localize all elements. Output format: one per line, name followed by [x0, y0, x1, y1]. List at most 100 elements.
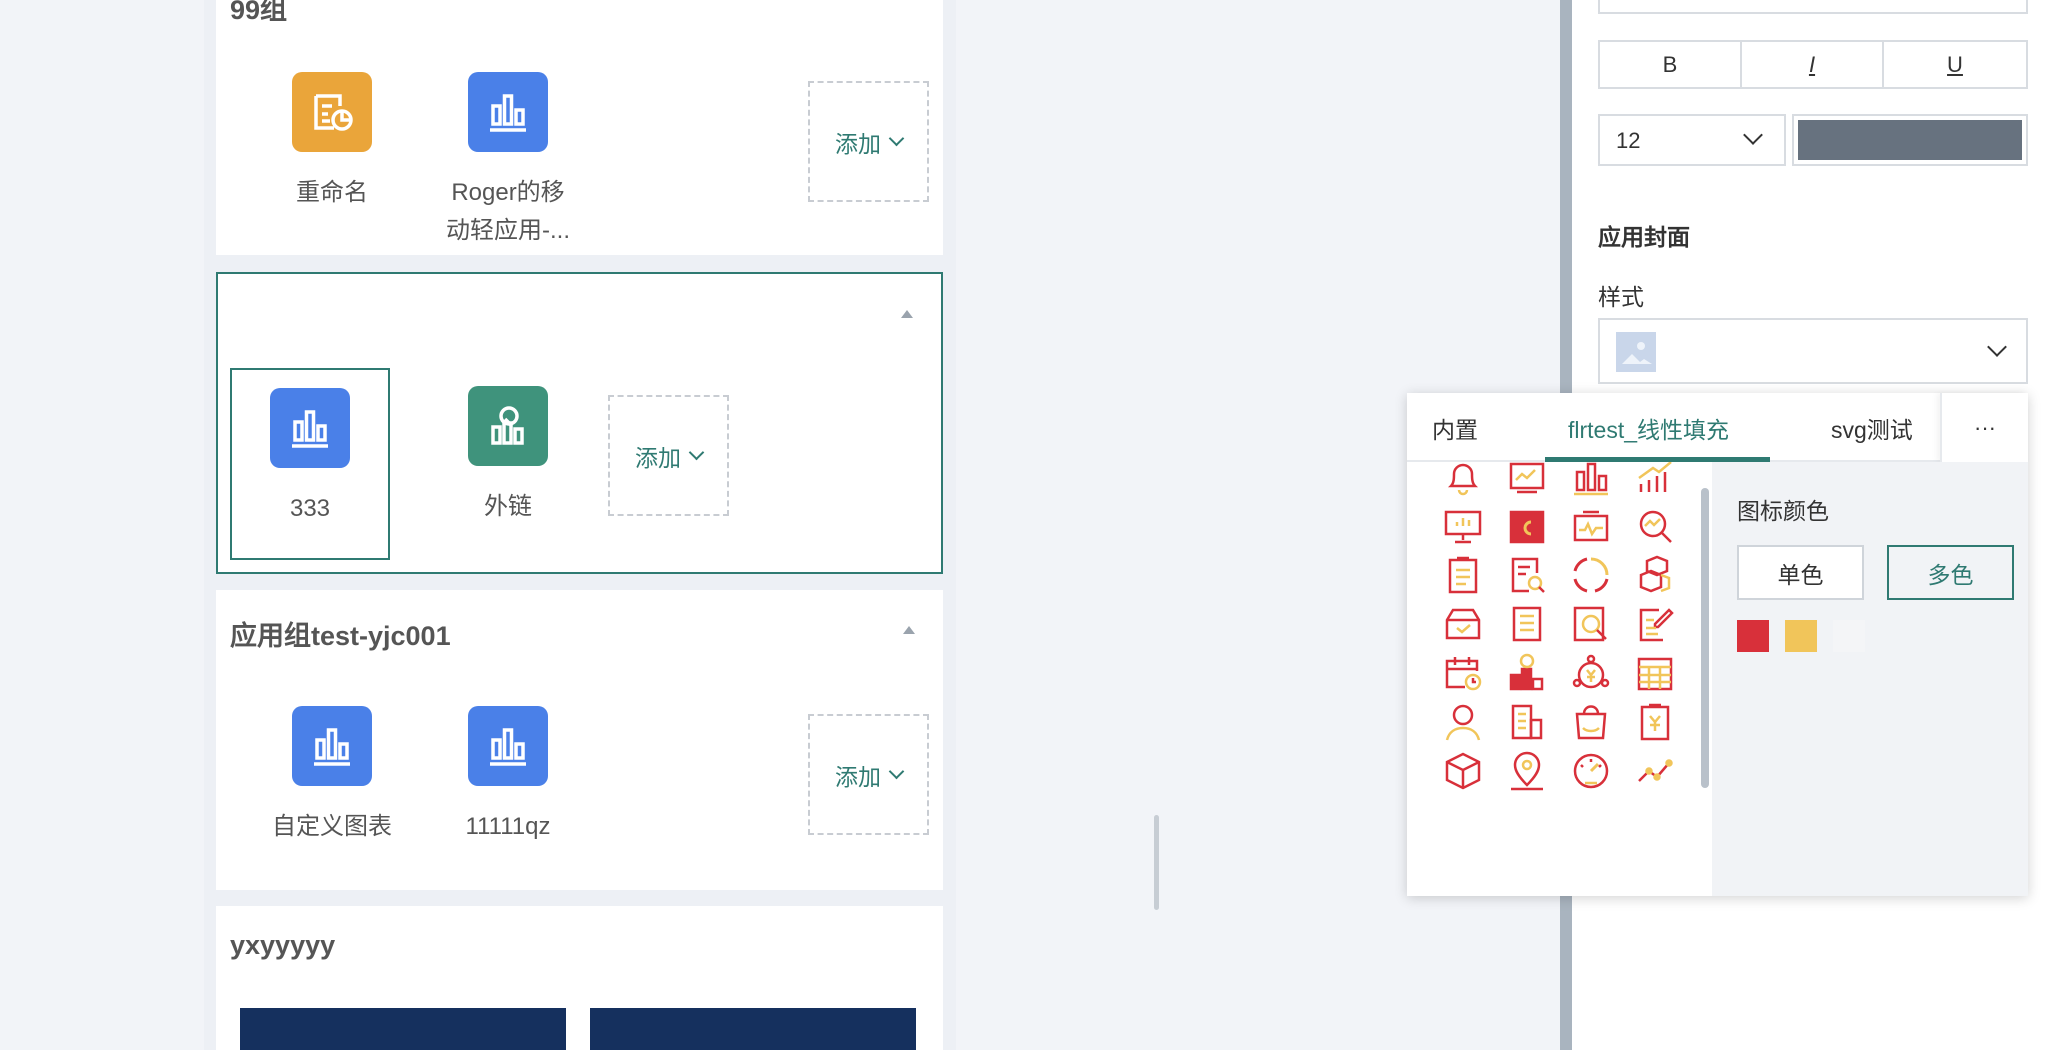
- chevron-down-icon: [1743, 125, 1763, 145]
- app-label: 重命名: [296, 179, 368, 206]
- add-app-button[interactable]: 添加: [808, 81, 929, 202]
- ranking-icon[interactable]: [1505, 651, 1549, 695]
- search-trend-icon[interactable]: [1633, 504, 1677, 548]
- growth-chart-icon[interactable]: [1633, 462, 1677, 500]
- monitor-chart-icon[interactable]: [1505, 462, 1549, 500]
- icon-color-pane: 图标颜色 单色 多色: [1712, 462, 2028, 896]
- icon-picker-popover: 内置 flrtest_线性填充 svg测试 ··· 图标颜色 单色 多色: [1407, 393, 2028, 896]
- color-swatch-red[interactable]: [1737, 620, 1769, 652]
- external-link-icon: [468, 386, 548, 466]
- group-title: 应用组test-yjc001: [230, 621, 451, 651]
- app-item[interactable]: 外链: [428, 386, 588, 526]
- image-placeholder-icon: [1616, 332, 1656, 372]
- tab-flrtest[interactable]: flrtest_线性填充: [1568, 393, 1729, 462]
- mode-label: 单色: [1777, 561, 1824, 588]
- add-label: 添加: [835, 130, 881, 157]
- icon-color-title: 图标颜色: [1737, 498, 1829, 524]
- color-swatch-white[interactable]: [1833, 620, 1865, 652]
- yen-network-icon[interactable]: [1569, 651, 1613, 695]
- zoom-doc-icon[interactable]: [1569, 602, 1613, 646]
- icon-library-tabs: 内置 flrtest_线性填充 svg测试 ···: [1407, 393, 2028, 462]
- mobile-preview: 99组 重命名 Roger的移 动轻应用-... 添加 333 外链 添加 应用…: [204, 0, 1159, 1050]
- doc-search-icon[interactable]: [1505, 553, 1549, 597]
- icon-grid: [1407, 462, 1712, 896]
- speedometer-icon[interactable]: [1569, 749, 1613, 793]
- tab-label: flrtest_线性填充: [1568, 416, 1730, 443]
- shopping-bag-icon[interactable]: [1569, 700, 1613, 744]
- app-label: Roger的移: [451, 179, 565, 206]
- inbox-check-icon[interactable]: [1441, 602, 1485, 646]
- line-trend-icon[interactable]: [1633, 749, 1677, 793]
- presentation-icon[interactable]: [1441, 504, 1485, 548]
- app-item[interactable]: 重命名: [252, 72, 412, 212]
- collapse-caret-icon[interactable]: [901, 310, 913, 318]
- bold-label: B: [1662, 51, 1678, 77]
- app-label: 动轻应用-...: [446, 217, 570, 244]
- bell-icon[interactable]: [1441, 462, 1485, 500]
- app-group[interactable]: 应用组test-yjc001 自定义图表 11111qz 添加: [216, 590, 943, 890]
- color-swatch-yellow[interactable]: [1785, 620, 1817, 652]
- table-icon[interactable]: [1633, 651, 1677, 695]
- banner-image[interactable]: [240, 1008, 566, 1050]
- add-label: 添加: [835, 763, 881, 790]
- bar-chart-icon: [468, 706, 548, 786]
- user-icon[interactable]: [1441, 700, 1485, 744]
- more-tabs-button[interactable]: ···: [1940, 393, 2028, 462]
- app-label: 自定义图表: [272, 813, 392, 840]
- yen-clipboard-icon[interactable]: [1633, 700, 1677, 744]
- chevron-down-icon: [888, 763, 905, 780]
- single-color-button[interactable]: 单色: [1737, 545, 1864, 600]
- tab-label: svg测试: [1831, 416, 1913, 443]
- collapse-caret-icon[interactable]: [903, 626, 915, 634]
- font-color-swatch: [1798, 120, 2022, 160]
- font-color-picker[interactable]: [1792, 114, 2028, 166]
- app-item-selected[interactable]: 333: [230, 368, 390, 560]
- box-icon[interactable]: [1441, 749, 1485, 793]
- map-pin-icon[interactable]: [1505, 749, 1549, 793]
- clipboard-icon[interactable]: [1441, 553, 1485, 597]
- app-item[interactable]: 自定义图表: [252, 706, 412, 846]
- banner-image[interactable]: [590, 1008, 916, 1050]
- font-size-select[interactable]: 12: [1598, 114, 1786, 166]
- font-size-value: 12: [1616, 128, 1641, 153]
- report-icon: [292, 72, 372, 152]
- multi-color-button[interactable]: 多色: [1887, 545, 2014, 600]
- calendar-clock-icon[interactable]: [1441, 651, 1485, 695]
- app-group[interactable]: 99组 重命名 Roger的移 动轻应用-... 添加: [216, 0, 943, 255]
- preview-scrollbar[interactable]: [1154, 815, 1159, 910]
- underline-button[interactable]: U: [1882, 40, 2028, 89]
- underline-label: U: [1947, 51, 1963, 77]
- bold-button[interactable]: B: [1598, 40, 1742, 89]
- add-app-button[interactable]: 添加: [608, 395, 729, 516]
- tab-builtin[interactable]: 内置: [1432, 393, 1478, 462]
- italic-label: I: [1808, 51, 1816, 77]
- wallet-icon[interactable]: [1505, 504, 1549, 548]
- cover-style-select[interactable]: [1598, 318, 2028, 384]
- loading-ring-icon[interactable]: [1569, 553, 1613, 597]
- app-item[interactable]: 11111qz: [428, 706, 588, 846]
- building-icon[interactable]: [1505, 700, 1549, 744]
- app-label: 333: [289, 495, 331, 522]
- chevron-down-icon: [688, 444, 705, 461]
- more-label: ···: [1974, 414, 1996, 440]
- add-label: 添加: [635, 444, 681, 471]
- mode-label: 多色: [1927, 561, 1974, 588]
- document-list-icon[interactable]: [1505, 602, 1549, 646]
- edit-note-icon[interactable]: [1633, 602, 1677, 646]
- chevron-down-icon: [1987, 337, 2007, 357]
- app-group[interactable]: yxyyyyy: [216, 906, 943, 1050]
- add-app-button[interactable]: 添加: [808, 714, 929, 835]
- italic-button[interactable]: I: [1740, 40, 1884, 89]
- dashboard-icon[interactable]: [1569, 504, 1613, 548]
- cubes-icon[interactable]: [1633, 553, 1677, 597]
- tab-label: 内置: [1432, 416, 1478, 443]
- app-label: 11111qz: [465, 813, 551, 840]
- text-input[interactable]: [1598, 0, 2028, 14]
- group-title: yxyyyyy: [230, 930, 336, 960]
- app-item[interactable]: Roger的移 动轻应用-...: [428, 72, 588, 250]
- icon-grid-scrollbar[interactable]: [1701, 488, 1709, 788]
- cover-section-title: 应用封面: [1598, 224, 1690, 250]
- bar-chart-icon[interactable]: [1569, 462, 1613, 500]
- app-group-selected[interactable]: 333 外链 添加: [216, 272, 943, 574]
- tab-svg-test[interactable]: svg测试: [1831, 393, 1913, 462]
